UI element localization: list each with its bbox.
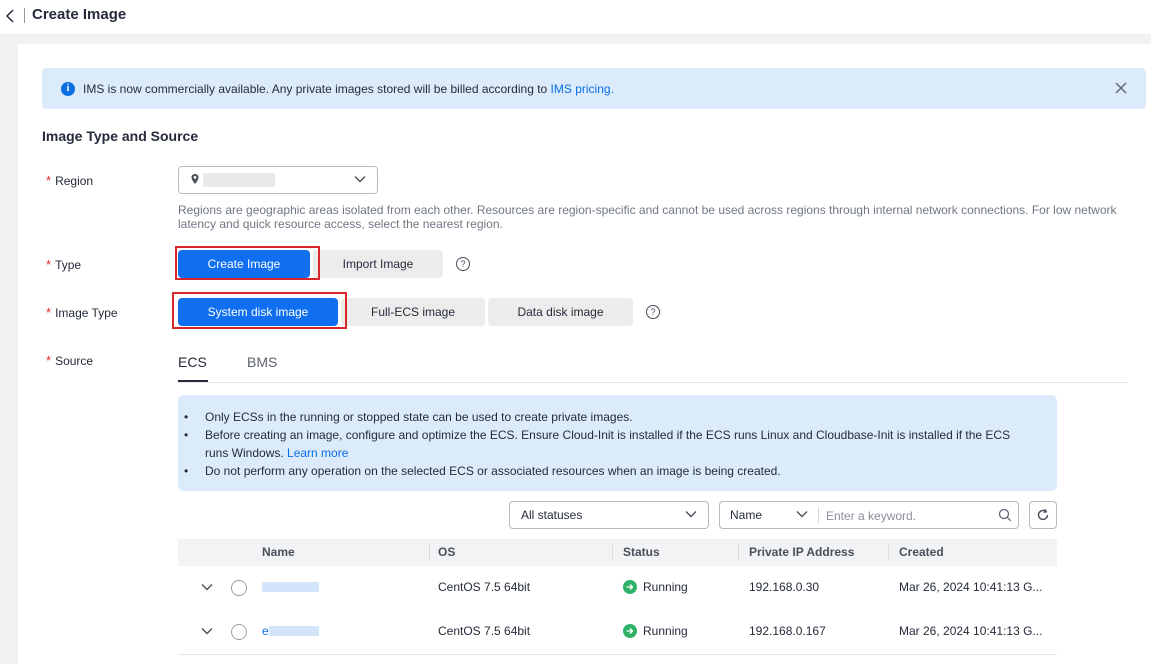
- highlight-box: [175, 246, 320, 280]
- title-divider: [24, 8, 25, 23]
- back-arrow-icon[interactable]: [4, 6, 18, 26]
- type-label-text: Type: [55, 258, 82, 272]
- notice-text: IMS is now commercially available. Any p…: [83, 82, 614, 96]
- ecs-name-link-redacted[interactable]: [269, 626, 319, 636]
- notice-message: IMS is now commercially available. Any p…: [83, 82, 551, 96]
- table-header: Name OS Status Private IP Address Create…: [178, 539, 1057, 566]
- table-row[interactable]: e CentOS 7.5 64bit Running 192.168.0.167…: [178, 610, 1057, 655]
- region-select[interactable]: [178, 166, 378, 194]
- import-image-option[interactable]: Import Image: [313, 250, 443, 278]
- created-cell: Mar 26, 2024 10:41:13 G...: [899, 580, 1043, 594]
- required-mark: *: [46, 257, 52, 272]
- search-icon[interactable]: [998, 508, 1012, 522]
- running-status-icon: [623, 580, 637, 594]
- image-type-label-text: Image Type: [55, 306, 118, 320]
- ecs-name-prefix[interactable]: e: [262, 624, 269, 638]
- expand-chevron-icon[interactable]: [201, 583, 213, 591]
- refresh-icon: [1037, 508, 1049, 521]
- source-label: * Source: [46, 353, 93, 368]
- running-status-icon: [623, 624, 637, 638]
- ecs-name-link-redacted[interactable]: [262, 582, 319, 592]
- refresh-button[interactable]: [1029, 501, 1057, 529]
- column-header-status: Status: [623, 545, 660, 559]
- tab-bms[interactable]: BMS: [247, 354, 277, 370]
- row-radio[interactable]: [231, 580, 247, 596]
- chevron-down-icon: [354, 176, 366, 183]
- column-header-name: Name: [262, 545, 295, 559]
- table-row[interactable]: CentOS 7.5 64bit Running 192.168.0.30 Ma…: [178, 566, 1057, 611]
- location-pin-icon: [191, 174, 199, 184]
- column-header-created: Created: [899, 545, 944, 559]
- chevron-down-icon: [685, 511, 697, 518]
- ip-cell: 192.168.0.30: [749, 580, 820, 594]
- ip-cell: 192.168.0.167: [749, 624, 826, 638]
- region-label: * Region: [46, 173, 93, 188]
- help-icon[interactable]: ?: [456, 257, 470, 271]
- notice-banner: i IMS is now commercially available. Any…: [42, 68, 1146, 109]
- tip-text: Only ECSs in the running or stopped stat…: [205, 410, 633, 424]
- tab-ecs[interactable]: ECS: [178, 354, 207, 370]
- info-icon: i: [61, 82, 75, 96]
- help-icon[interactable]: ?: [646, 305, 660, 319]
- row-radio[interactable]: [231, 624, 247, 640]
- tip-item: • Only ECSs in the running or stopped sta…: [184, 410, 633, 424]
- os-cell: CentOS 7.5 64bit: [438, 580, 531, 594]
- learn-more-link[interactable]: Learn more: [287, 446, 348, 460]
- highlight-box: [172, 292, 347, 329]
- close-icon[interactable]: [1114, 81, 1128, 95]
- required-mark: *: [46, 305, 52, 320]
- source-label-text: Source: [55, 354, 94, 368]
- data-disk-image-option[interactable]: Data disk image: [488, 298, 633, 326]
- search-input[interactable]: [824, 505, 994, 527]
- full-ecs-image-option[interactable]: Full-ECS image: [341, 298, 485, 326]
- required-mark: *: [46, 173, 52, 188]
- region-value-redacted: [203, 173, 275, 187]
- os-cell: CentOS 7.5 64bit: [438, 624, 531, 638]
- ims-pricing-link[interactable]: IMS pricing.: [551, 82, 614, 96]
- status-cell: Running: [643, 624, 688, 638]
- status-cell: Running: [643, 580, 688, 594]
- section-title: Image Type and Source: [42, 128, 199, 144]
- type-label: * Type: [46, 257, 81, 272]
- tip-item: • Before creating an image, configure and…: [184, 428, 1011, 460]
- created-cell: Mar 26, 2024 10:41:13 G...: [899, 624, 1043, 638]
- search-field-select[interactable]: Name: [730, 508, 762, 522]
- expand-chevron-icon[interactable]: [201, 627, 213, 635]
- tips-panel: • Only ECSs in the running or stopped sta…: [178, 395, 1057, 491]
- region-label-text: Region: [55, 174, 94, 188]
- active-tab-indicator: [178, 380, 208, 382]
- tab-divider: [178, 382, 1128, 383]
- search-divider: [818, 507, 819, 523]
- tip-item: • Do not perform any operation on the sel…: [184, 464, 781, 478]
- region-hint: Regions are geographic areas isolated fr…: [178, 203, 1117, 231]
- status-filter-value: All statuses: [521, 508, 583, 522]
- image-type-label: * Image Type: [46, 305, 118, 320]
- search-group: Name: [719, 501, 1019, 529]
- page-title: Create Image: [32, 6, 127, 23]
- tip-text: Do not perform any operation on the sele…: [205, 464, 781, 478]
- column-header-private-ip: Private IP Address: [749, 545, 855, 559]
- required-mark: *: [46, 353, 52, 368]
- column-header-os: OS: [438, 545, 456, 559]
- top-bar: Create Image: [0, 0, 1151, 34]
- chevron-down-icon[interactable]: [796, 510, 808, 518]
- status-filter-select[interactable]: All statuses: [509, 501, 709, 529]
